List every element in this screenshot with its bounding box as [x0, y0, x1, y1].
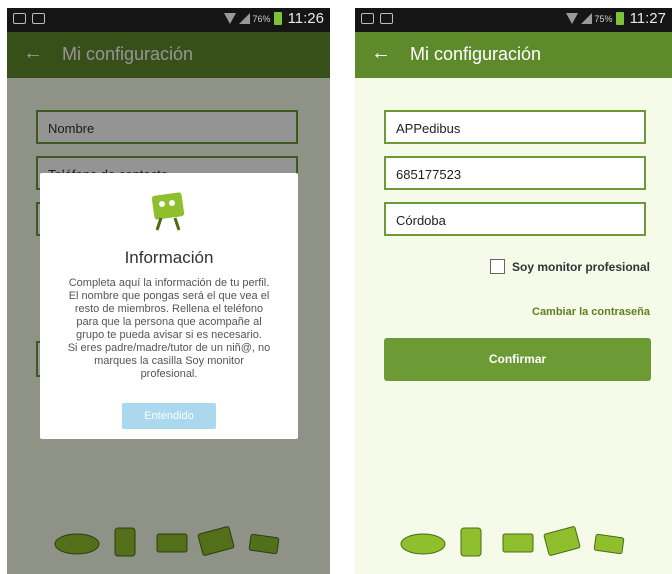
page-title: Mi configuración	[410, 44, 542, 64]
dialog-title: Información	[124, 248, 214, 267]
change-password-link[interactable]: Cambiar la contraseña	[532, 306, 650, 318]
signal-icon	[238, 13, 250, 24]
battery-percent: 75%	[594, 13, 613, 24]
city-input[interactable]: Córdoba	[384, 202, 646, 236]
confirm-button[interactable]: Confirmar	[384, 338, 651, 381]
status-bar: 76% 11:26	[7, 8, 330, 32]
back-arrow-icon[interactable]: ←	[371, 42, 391, 65]
wifi-icon	[223, 13, 236, 24]
monitor-checkbox-label: Soy monitor profesional	[511, 259, 650, 274]
clock: 11:27	[629, 10, 666, 27]
name-input[interactable]: APPedibus	[384, 110, 646, 144]
mascots-illustration	[400, 526, 625, 557]
message-icon	[32, 13, 45, 24]
city-value: Córdoba	[396, 213, 446, 228]
battery-percent: 76%	[252, 13, 271, 24]
phone-value: 685177523	[396, 167, 462, 182]
image-icon	[13, 13, 26, 24]
phone-right: 75% 11:27 ← Mi configuración APPedibus 6…	[355, 8, 672, 574]
info-dialog: Información Completa aquí la información…	[40, 173, 298, 439]
battery-icon	[273, 12, 282, 25]
signal-icon	[580, 13, 592, 24]
app-bar: ← Mi configuración	[355, 32, 672, 78]
wifi-icon	[565, 13, 578, 24]
monitor-checkbox-row[interactable]: Soy monitor profesional	[489, 259, 650, 274]
status-bar: 75% 11:27	[355, 8, 672, 32]
phone-left: 76% 11:26 ← Mi configuración Nombre Telé…	[7, 8, 330, 574]
understood-button[interactable]: Entendido	[122, 403, 216, 429]
name-value: APPedibus	[396, 121, 461, 136]
monitor-checkbox[interactable]	[489, 259, 505, 274]
mascot-icon	[151, 192, 185, 231]
image-icon	[361, 13, 374, 24]
phone-input[interactable]: 685177523	[384, 156, 646, 190]
clock: 11:26	[287, 10, 324, 27]
dialog-body: Completa aquí la información de tu perfi…	[67, 277, 271, 380]
battery-icon	[615, 12, 624, 25]
message-icon	[380, 13, 393, 24]
